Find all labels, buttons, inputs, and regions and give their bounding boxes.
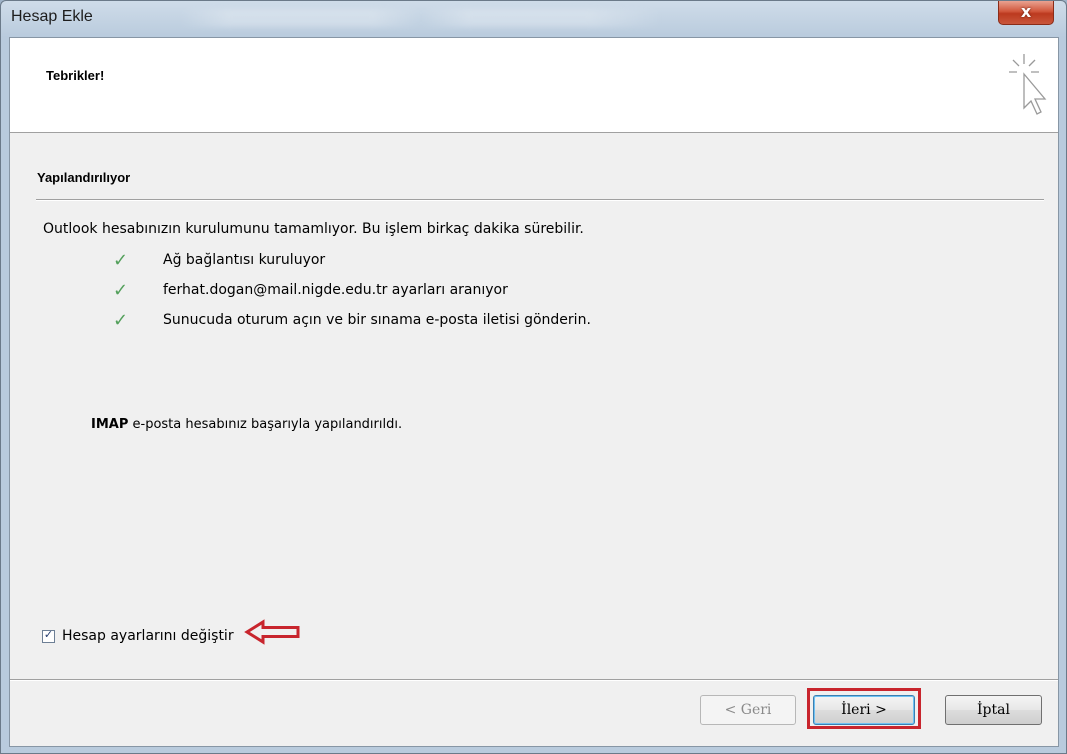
task-label: Sunucuda oturum açın ve bir sınama e-pos… bbox=[163, 312, 591, 328]
next-button-highlight bbox=[807, 688, 921, 729]
checkmark-icon: ✓ bbox=[113, 310, 129, 331]
header-title: Tebrikler! bbox=[46, 68, 105, 83]
dialog-client-area: Tebrikler! Yapılandırılıyor Outlook hesa… bbox=[9, 37, 1059, 747]
back-button[interactable]: < Geri bbox=[700, 695, 796, 725]
checkbox-check-icon: ✓ bbox=[43, 628, 54, 641]
close-button[interactable]: x bbox=[998, 1, 1054, 25]
result-text: e-posta hesabınız başarıyla yapılandırıl… bbox=[128, 417, 403, 432]
change-settings-label[interactable]: Hesap ayarlarını değiştir bbox=[62, 628, 234, 644]
cancel-button[interactable]: İptal bbox=[945, 695, 1042, 725]
change-settings-checkbox[interactable]: ✓ bbox=[42, 628, 55, 643]
result-protocol: IMAP bbox=[91, 417, 129, 432]
wizard-header: Tebrikler! bbox=[10, 38, 1058, 133]
window-title: Hesap Ekle bbox=[11, 8, 93, 25]
red-arrow-annotation-icon bbox=[244, 619, 300, 645]
section-divider bbox=[36, 199, 1044, 201]
checkmark-icon: ✓ bbox=[113, 280, 129, 301]
task-label: Ağ bağlantısı kuruluyor bbox=[163, 252, 326, 268]
title-bar-blur bbox=[181, 9, 661, 27]
result-message: IMAP e-posta hesabınız başarıyla yapılan… bbox=[91, 417, 402, 432]
close-icon: x bbox=[1020, 2, 1032, 21]
footer-divider bbox=[10, 679, 1058, 681]
checkmark-icon: ✓ bbox=[113, 250, 129, 271]
title-bar[interactable]: Hesap Ekle x bbox=[1, 1, 1066, 37]
add-account-dialog: Hesap Ekle x Tebrikler! Yapılandırılıyor… bbox=[0, 0, 1067, 754]
section-title: Yapılandırılıyor bbox=[37, 170, 131, 185]
task-label: ferhat.dogan@mail.nigde.edu.tr ayarları … bbox=[163, 282, 508, 298]
intro-text: Outlook hesabınızın kurulumunu tamamlıyo… bbox=[43, 221, 584, 237]
wizard-cursor-icon bbox=[1009, 54, 1047, 115]
